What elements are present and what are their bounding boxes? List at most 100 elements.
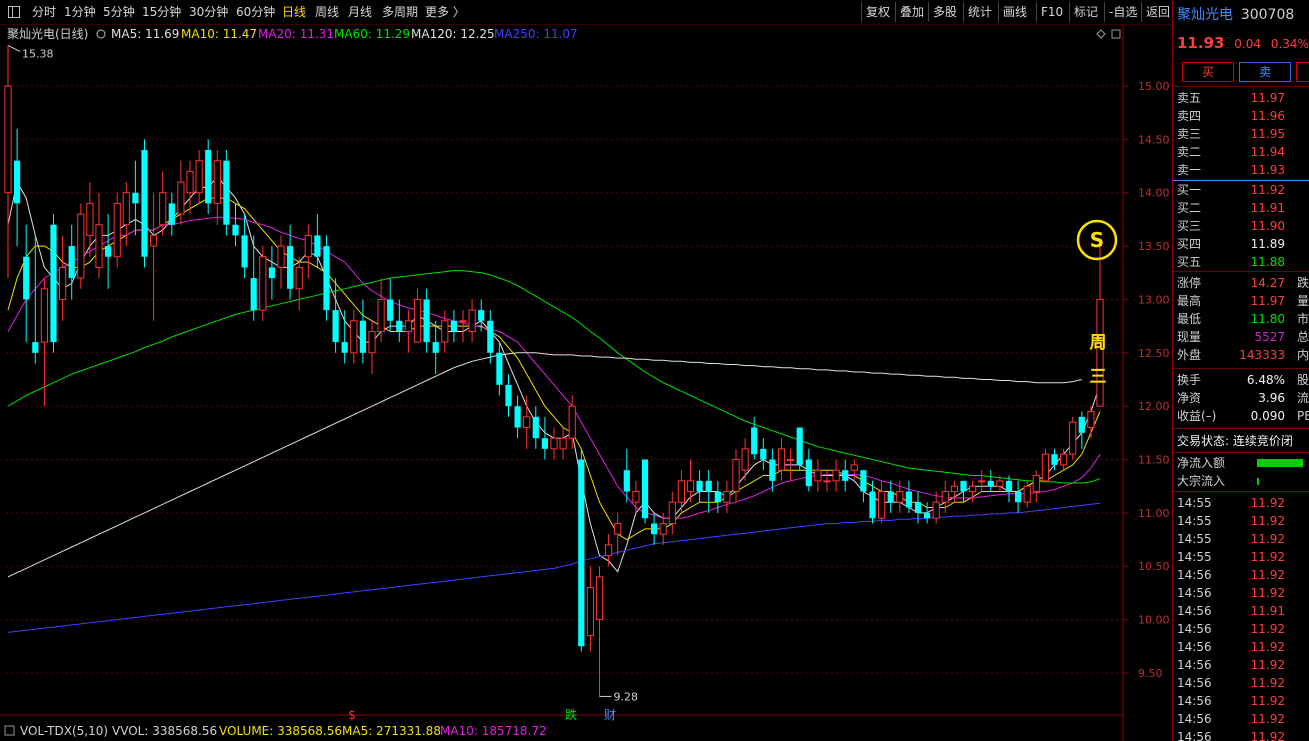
y-tick-label: 14.50 — [1138, 133, 1170, 146]
candle-body — [732, 459, 740, 493]
window-layout-icon[interactable] — [8, 6, 20, 18]
period-tab-9[interactable]: 多周期 — [382, 0, 418, 24]
candle-body — [223, 160, 230, 225]
candle-body — [1005, 480, 1013, 492]
tool-button-2[interactable]: 多股 — [928, 2, 961, 22]
candle-body — [896, 491, 904, 503]
bid-row[interactable]: 买五 11.88 — [1177, 253, 1309, 271]
period-tab-10[interactable]: 更多 〉 — [425, 0, 465, 24]
candle-body — [924, 512, 931, 519]
net-inflow-label: 净流入额 — [1177, 456, 1226, 470]
stat-label: 净资 — [1177, 391, 1202, 405]
ask-row[interactable]: 卖三 11.95 — [1177, 125, 1309, 143]
period-tab-5[interactable]: 60分钟 — [236, 0, 275, 24]
bid-row[interactable]: 买二 11.91 — [1177, 199, 1309, 217]
tick-row: 14:56 11.92 — [1177, 584, 1309, 602]
tick-row: 14:56 11.92 — [1177, 710, 1309, 728]
candle — [113, 192, 121, 268]
stat-label: 最低 — [1177, 312, 1202, 326]
candle-body — [677, 480, 685, 503]
stat-row: 外盘 143333 内 — [1177, 346, 1309, 364]
ask-label: 卖四 — [1177, 109, 1202, 123]
tool-button-4[interactable]: 画线 — [998, 2, 1031, 22]
candle-body — [195, 160, 203, 194]
stat-row: 最低 11.80 市 — [1177, 310, 1309, 328]
stat-row: 最高 11.97 量 — [1177, 292, 1309, 310]
tick-price: 11.92 — [1250, 586, 1285, 600]
ma-legend-4: MA120: 12.25 — [411, 27, 495, 41]
stat-label: 现量 — [1177, 330, 1202, 344]
tick-time: 14:56 — [1177, 640, 1212, 654]
candle-body — [341, 342, 348, 353]
candle-body — [441, 320, 449, 343]
candle-body — [14, 160, 21, 204]
period-tab-7[interactable]: 周线 — [315, 0, 339, 24]
tool-button-0[interactable]: 复权 — [861, 2, 894, 22]
period-tab-2[interactable]: 5分钟 — [103, 0, 135, 24]
candlestick-chart[interactable]: 15.38 9.28 $ 跌 财 S 周三 15.00 14.50 14.00 13.50 13.0… — [0, 25, 1172, 741]
stat-value: 11.80 — [1250, 312, 1285, 326]
candle-body — [250, 278, 257, 311]
period-tab-3[interactable]: 15分钟 — [142, 0, 181, 24]
candle-body — [50, 224, 57, 343]
tick-time: 14:56 — [1177, 586, 1212, 600]
candle — [1069, 416, 1077, 460]
candle-body — [368, 330, 376, 354]
period-tab-4[interactable]: 30分钟 — [189, 0, 228, 24]
ask-row[interactable]: 卖二 11.94 — [1177, 143, 1309, 161]
extra-button[interactable] — [1296, 62, 1309, 82]
period-tab-1[interactable]: 1分钟 — [64, 0, 96, 24]
tool-button-7[interactable]: -自选 — [1104, 2, 1141, 22]
tool-button-5[interactable]: F10 — [1036, 2, 1067, 22]
ask-row[interactable]: 卖五 11.97 — [1177, 89, 1309, 107]
candle-body — [268, 267, 275, 279]
tool-button-8[interactable]: 返回 — [1141, 2, 1174, 22]
candle — [796, 427, 803, 471]
stat-label: 最高 — [1177, 294, 1202, 308]
ask-label: 卖一 — [1177, 163, 1202, 177]
tick-row: 14:55 11.92 — [1177, 494, 1309, 512]
tool-button-1[interactable]: 叠加 — [895, 2, 928, 22]
stat-row: 收益(–) 0.090 PE — [1177, 407, 1309, 425]
candle-body — [323, 246, 330, 311]
candle-body — [86, 202, 94, 236]
bid-row[interactable]: 买三 11.90 — [1177, 217, 1309, 235]
period-tab-0[interactable]: 分时 — [32, 0, 56, 24]
candle-body — [623, 470, 630, 492]
candle-body — [696, 480, 703, 492]
tick-price: 11.92 — [1250, 532, 1285, 546]
candle-body — [595, 576, 604, 621]
tick-row: 14:56 11.92 — [1177, 638, 1309, 656]
candle-body — [769, 459, 776, 481]
stat-value: 0.090 — [1250, 409, 1285, 423]
sell-button[interactable]: 卖 — [1239, 62, 1291, 82]
candle-body — [40, 288, 48, 343]
tool-button-3[interactable]: 统计 — [963, 2, 996, 22]
quote-panel: 聚灿光电 300708 11.93 0.04 0.34% 买 卖 卖五 11.97… — [1172, 0, 1309, 741]
candle-body — [95, 224, 103, 268]
tick-row: 14:56 11.92 — [1177, 656, 1309, 674]
ask-row[interactable]: 卖四 11.96 — [1177, 107, 1309, 125]
ma-legend-2: MA20: 11.31 — [258, 27, 334, 41]
candle-body — [805, 459, 812, 487]
bid-row[interactable]: 买四 11.89 — [1177, 235, 1309, 253]
stat-ext-label: 股 — [1297, 373, 1309, 387]
buy-button[interactable]: 买 — [1182, 62, 1234, 82]
bid-label: 买一 — [1177, 183, 1202, 197]
candle — [323, 235, 330, 321]
tool-button-6[interactable]: 标记 — [1069, 2, 1102, 22]
sell-signal-letter: S — [1090, 228, 1104, 252]
y-tick-label: 10.00 — [1138, 614, 1170, 627]
bid-row[interactable]: 买一 11.92 — [1177, 181, 1309, 199]
bid-label: 买四 — [1177, 237, 1202, 251]
period-tab-6[interactable]: 日线 — [282, 0, 306, 24]
period-tab-8[interactable]: 月线 — [348, 0, 372, 24]
candle-body — [905, 491, 912, 508]
ask-row[interactable]: 卖一 11.93 — [1177, 161, 1309, 179]
candle-body — [686, 480, 695, 493]
candle — [77, 203, 85, 289]
candle-body — [614, 523, 622, 535]
net-inflow-bar — [1257, 459, 1303, 467]
last-price: 11.93 — [1177, 34, 1225, 52]
tick-price: 11.92 — [1250, 622, 1285, 636]
